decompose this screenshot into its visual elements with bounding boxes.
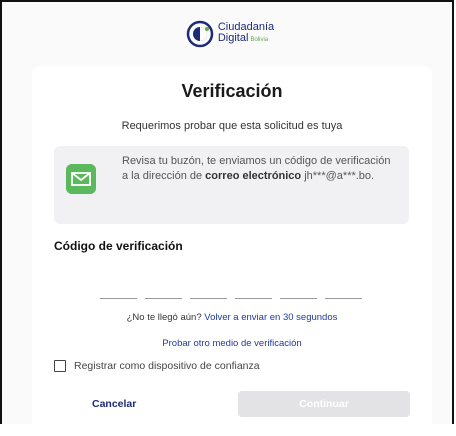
trust-device-label: Registrar como dispositivo de confianza — [74, 360, 260, 372]
mail-icon — [66, 164, 96, 194]
code-digit-5[interactable] — [280, 298, 317, 299]
resend-row: ¿No te llegó aún? Volver a enviar en 30 … — [32, 312, 432, 323]
code-digit-4[interactable] — [235, 298, 272, 299]
code-label: Código de verificación — [54, 239, 183, 253]
info-message: Revisa tu buzón, te enviamos un código d… — [122, 154, 397, 184]
trust-device-row[interactable]: Registrar como dispositivo de confianza — [54, 360, 260, 372]
code-digit-1[interactable] — [100, 298, 137, 299]
info-box: Revisa tu buzón, te enviamos un código d… — [54, 146, 409, 224]
brand-line2: Digital — [217, 32, 249, 44]
info-bold: correo electrónico — [205, 170, 302, 182]
other-method-link[interactable]: Probar otro medio de verificación — [32, 338, 432, 349]
verification-card: Verificación Requerimos probar que esta … — [32, 66, 432, 436]
window-frame: Ciudadanía Digital Bolivia Verificación R… — [0, 0, 456, 436]
page-subtitle: Requerimos probar que esta solicitud es … — [121, 120, 343, 132]
continue-button[interactable]: Continuar — [238, 391, 410, 417]
resend-question: ¿No te llegó aún? — [126, 312, 202, 323]
masked-email: jh***@a***.bo. — [304, 170, 375, 182]
resend-link[interactable]: Volver a enviar en 30 segundos — [204, 312, 337, 323]
brand-country: Bolivia — [250, 37, 269, 43]
code-digit-6[interactable] — [325, 298, 362, 299]
ciudadania-logo-icon — [186, 20, 214, 48]
page-title: Verificación — [181, 81, 283, 101]
brand-logo: Ciudadanía Digital Bolivia — [2, 20, 456, 48]
cancel-button[interactable]: Cancelar — [92, 398, 136, 410]
code-digit-3[interactable] — [190, 298, 227, 299]
code-digit-2[interactable] — [145, 298, 182, 299]
trust-device-checkbox[interactable] — [54, 360, 66, 372]
